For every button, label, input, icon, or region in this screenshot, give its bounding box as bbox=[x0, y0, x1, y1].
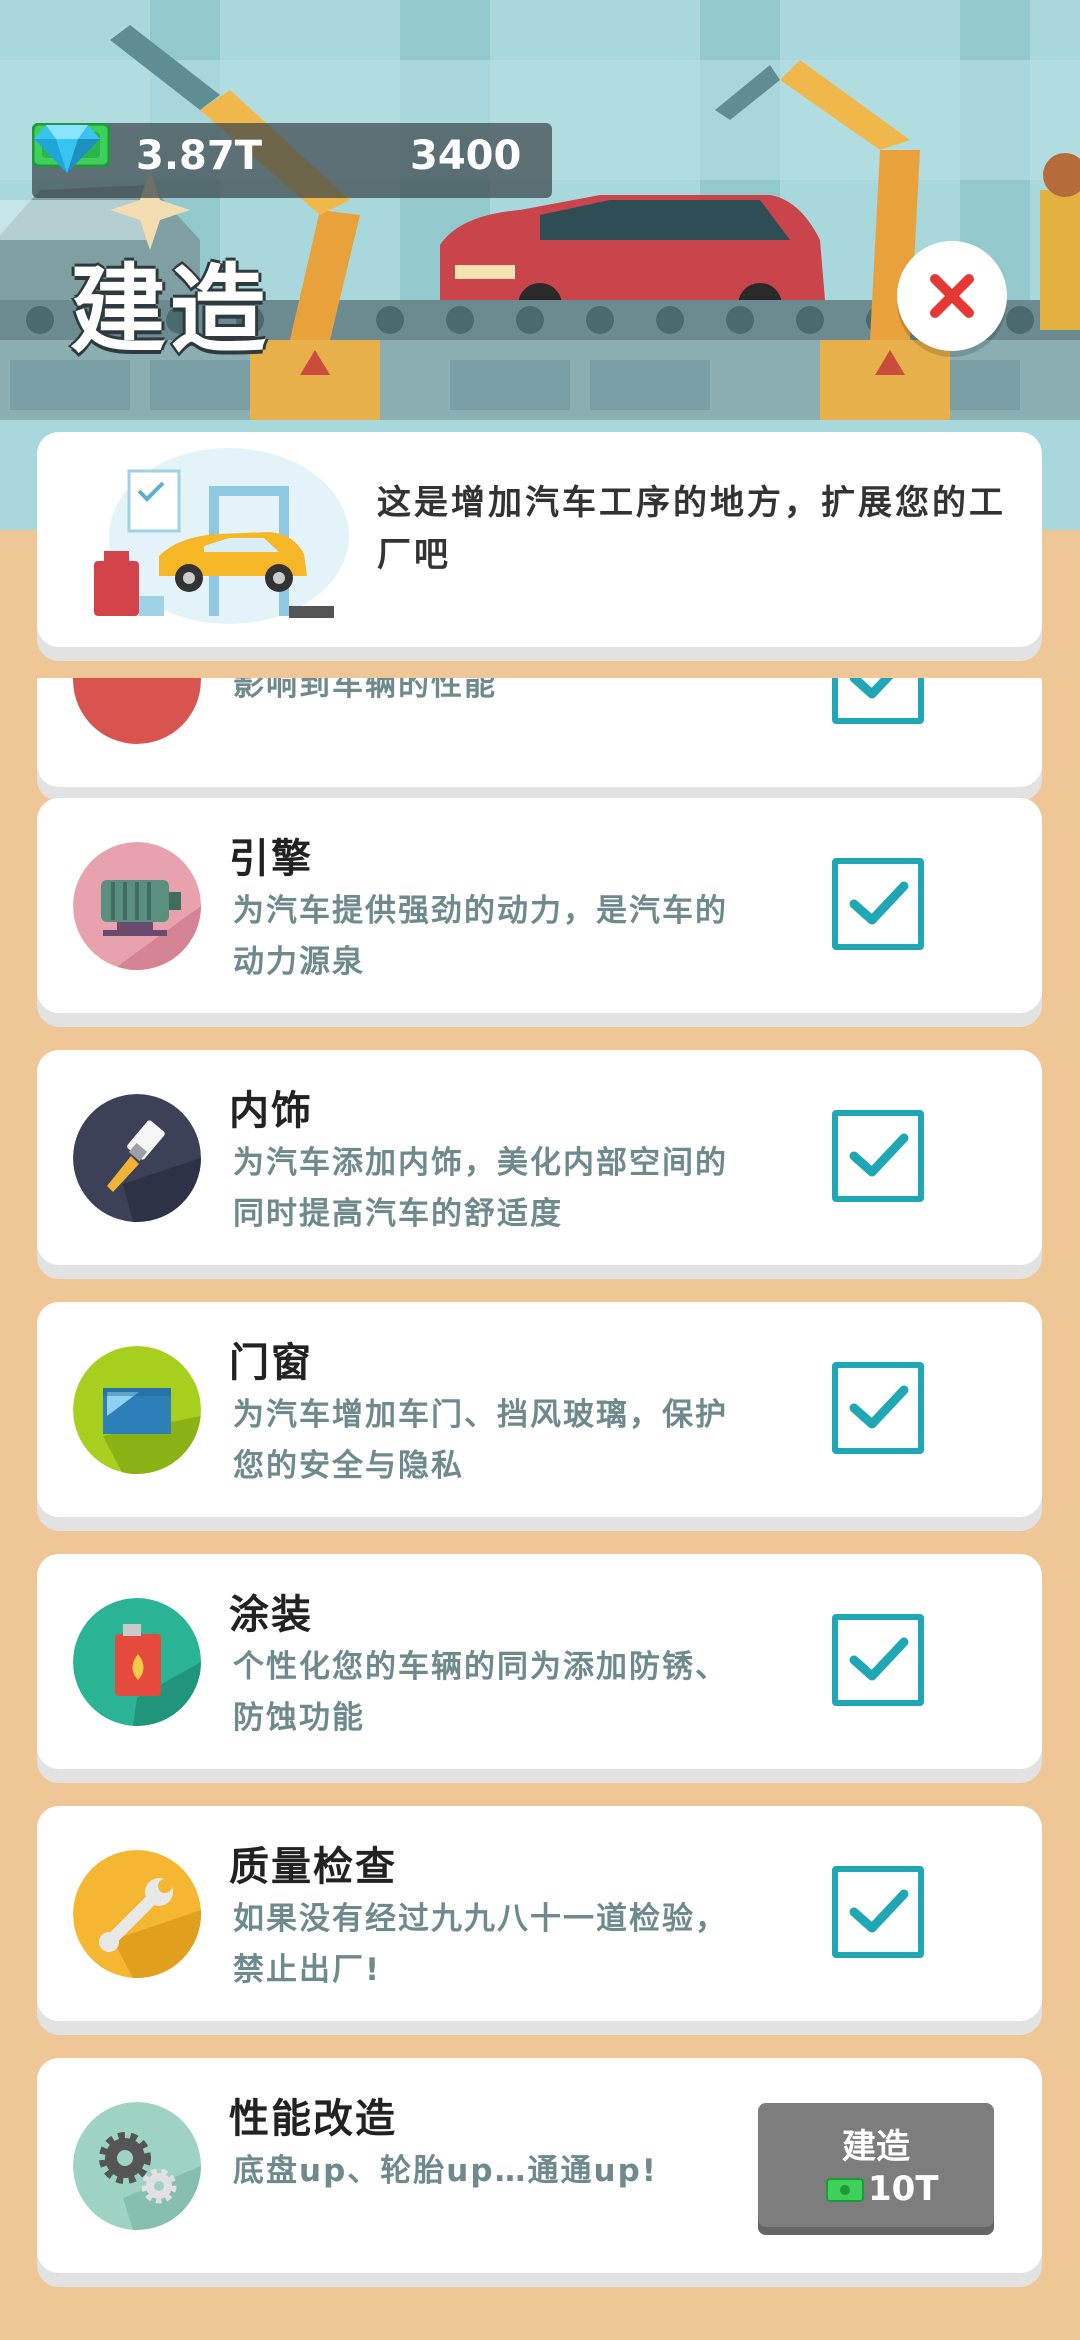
checkmark-icon bbox=[849, 881, 909, 925]
process-card-performance: 性能改造 底盘up、轮胎up…通通up! 建造 10T bbox=[37, 2058, 1042, 2273]
intro-card: 这是增加汽车工序的地方，扩展您的工厂吧 bbox=[37, 432, 1042, 647]
process-card-quality: 质量检查 如果没有经过九九八十一道检验，禁止出厂! bbox=[37, 1806, 1042, 2021]
build-label: 建造 bbox=[842, 2127, 910, 2167]
process-card-engine: 引擎 为汽车提供强劲的动力，是汽车的动力源泉 bbox=[37, 798, 1042, 1013]
currency-bar: 3.87T 3400 bbox=[32, 123, 552, 198]
built-checkbox[interactable] bbox=[832, 858, 924, 950]
build-cost: 10T bbox=[868, 2169, 939, 2209]
intro-description: 这是增加汽车工序的地方，扩展您的工厂吧 bbox=[377, 483, 1006, 575]
diamond-icon bbox=[34, 125, 100, 173]
built-checkbox[interactable] bbox=[832, 678, 924, 724]
checkmark-icon bbox=[849, 1385, 909, 1429]
page-title: 建造 bbox=[70, 254, 270, 366]
checkmark-icon bbox=[849, 1637, 909, 1681]
window-icon bbox=[73, 1346, 201, 1474]
process-description: 个性化您的车辆的同为添加防锈、防蚀功能 bbox=[233, 1649, 728, 1736]
process-description: 影响到车辆的性能 bbox=[233, 678, 497, 703]
wrench-icon bbox=[73, 1850, 201, 1978]
process-list[interactable]: 影响到车辆的性能 引擎 为汽车提供强劲的动力，是汽车的动力源泉 内饰 为汽车添加… bbox=[0, 678, 1080, 2340]
process-name: 质量检查 bbox=[229, 1844, 397, 1890]
partial-icon bbox=[73, 678, 201, 744]
process-name: 引擎 bbox=[229, 836, 313, 882]
gem-amount: 3400 bbox=[410, 133, 522, 179]
built-checkbox[interactable] bbox=[832, 1110, 924, 1202]
process-description: 为汽车添加内饰，美化内部空间的同时提高汽车的舒适度 bbox=[233, 1145, 728, 1232]
garage-illustration bbox=[94, 448, 349, 624]
process-description: 底盘up、轮胎up…通通up! bbox=[233, 2153, 658, 2189]
built-checkbox[interactable] bbox=[832, 1614, 924, 1706]
process-description: 为汽车增加车门、挡风玻璃，保护您的安全与隐私 bbox=[233, 1397, 728, 1484]
build-button[interactable]: 建造 10T bbox=[758, 2103, 994, 2235]
built-checkbox[interactable] bbox=[832, 1362, 924, 1454]
checkmark-icon bbox=[849, 1889, 909, 1933]
gears-icon bbox=[73, 2102, 201, 2230]
engine-icon bbox=[73, 842, 201, 970]
process-card: 影响到车辆的性能 bbox=[37, 678, 1042, 787]
paint-can-icon bbox=[73, 1598, 201, 1726]
process-name: 内饰 bbox=[229, 1088, 313, 1134]
close-button[interactable] bbox=[897, 241, 1007, 351]
cash-amount: 3.87T bbox=[136, 133, 262, 179]
built-checkbox[interactable] bbox=[832, 1866, 924, 1958]
process-description: 如果没有经过九九八十一道检验，禁止出厂! bbox=[233, 1901, 728, 1988]
process-card-doors: 门窗 为汽车增加车门、挡风玻璃，保护您的安全与隐私 bbox=[37, 1302, 1042, 1517]
cash-icon bbox=[826, 2178, 864, 2202]
checkmark-icon bbox=[849, 678, 894, 699]
process-description: 为汽车提供强劲的动力，是汽车的动力源泉 bbox=[233, 893, 728, 980]
checkmark-icon bbox=[849, 1133, 909, 1177]
process-name: 门窗 bbox=[229, 1340, 313, 1386]
process-name: 性能改造 bbox=[229, 2096, 397, 2142]
process-name: 涂装 bbox=[229, 1592, 313, 1638]
close-icon bbox=[930, 274, 974, 318]
process-card-painting: 涂装 个性化您的车辆的同为添加防锈、防蚀功能 bbox=[37, 1554, 1042, 1769]
paintbrush-icon bbox=[73, 1094, 201, 1222]
process-card-interior: 内饰 为汽车添加内饰，美化内部空间的同时提高汽车的舒适度 bbox=[37, 1050, 1042, 1265]
